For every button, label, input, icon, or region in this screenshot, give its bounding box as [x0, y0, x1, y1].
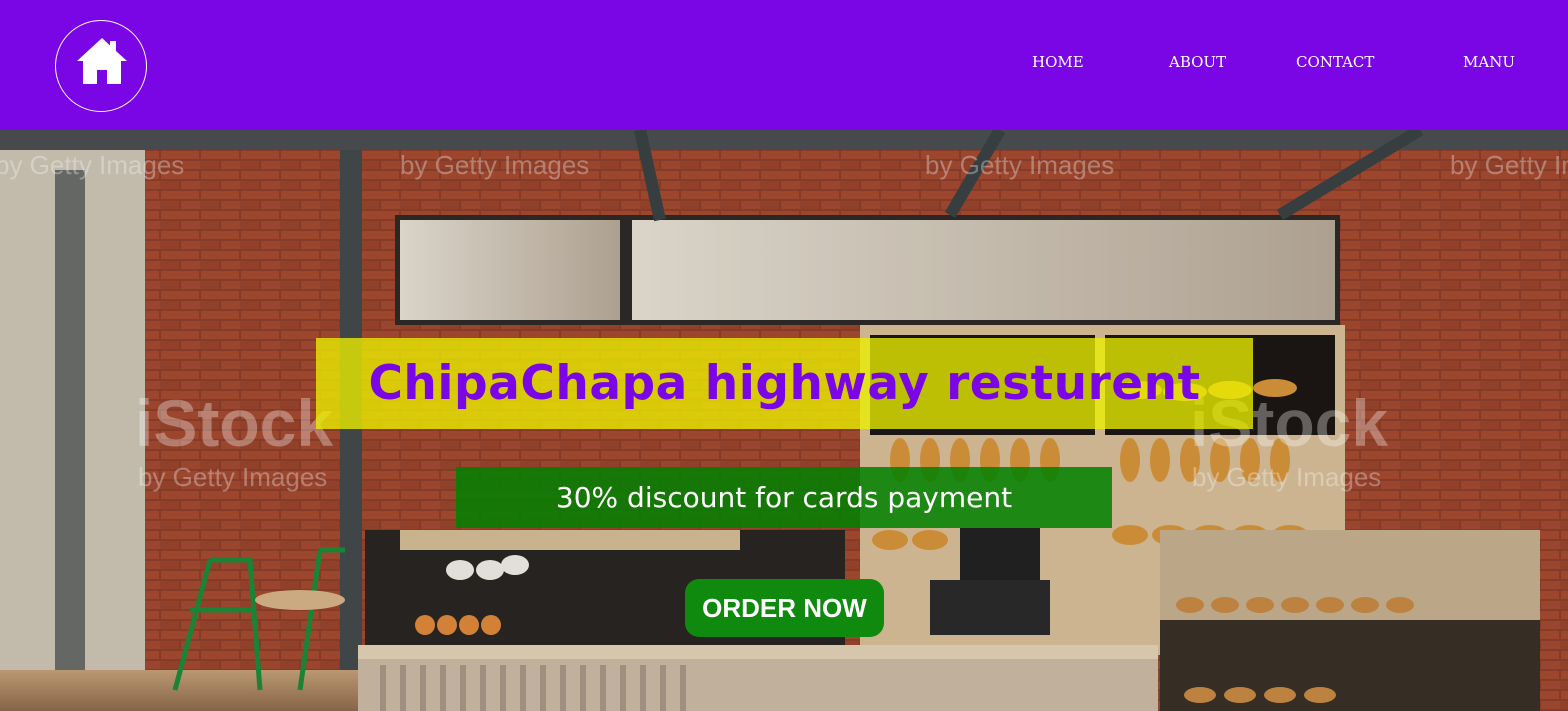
home-icon — [77, 38, 127, 84]
nav-link-menu[interactable]: MANU — [1463, 53, 1515, 71]
nav-link-about[interactable]: ABOUT — [1169, 53, 1226, 71]
restaurant-title: ChipaChapa highway resturent — [368, 356, 1201, 411]
home-logo-button[interactable] — [55, 20, 147, 112]
top-navbar: HOME ABOUT CONTACT MANU — [0, 0, 1568, 130]
discount-text: 30% discount for cards payment — [555, 481, 1013, 514]
nav-link-contact[interactable]: CONTACT — [1296, 53, 1374, 71]
nav-link-home[interactable]: HOME — [1032, 53, 1084, 71]
restaurant-title-banner: ChipaChapa highway resturent — [316, 338, 1253, 429]
order-now-button[interactable]: ORDER NOW — [685, 579, 884, 637]
discount-banner: 30% discount for cards payment — [456, 467, 1112, 528]
